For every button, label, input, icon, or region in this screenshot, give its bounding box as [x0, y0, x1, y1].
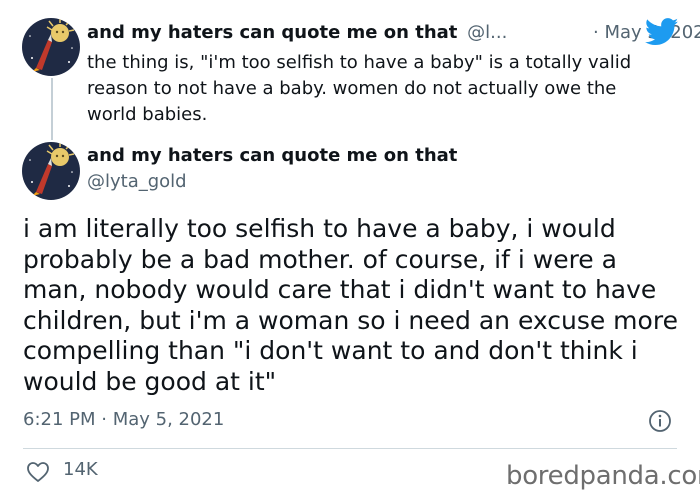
rocket-moon-avatar-icon: [22, 142, 80, 200]
watermark: boredpanda.com: [506, 461, 700, 491]
parent-handle[interactable]: @l...: [467, 22, 507, 43]
info-icon[interactable]: [648, 409, 672, 433]
parent-tweet-header: and my haters can quote me on that @l...…: [87, 22, 700, 46]
main-tweet-text: i am literally too selfish to have a bab…: [23, 214, 678, 396]
parent-tweet-text: the thing is, "i'm too selfish to have a…: [87, 52, 632, 125]
main-display-name[interactable]: and my haters can quote me on that: [87, 145, 457, 166]
divider: [23, 448, 677, 449]
main-handle[interactable]: @lyta_gold: [87, 171, 187, 192]
heart-icon[interactable]: [26, 461, 50, 483]
avatar[interactable]: [22, 142, 80, 200]
thread-connector-line: [51, 78, 53, 140]
avatar[interactable]: [22, 18, 80, 76]
like-count[interactable]: 14K: [63, 459, 98, 480]
parent-display-name[interactable]: and my haters can quote me on that: [87, 22, 457, 43]
rocket-moon-avatar-icon: [22, 18, 80, 76]
twitter-bird-icon[interactable]: [645, 18, 679, 46]
tweet-timestamp[interactable]: 6:21 PM · May 5, 2021: [23, 409, 224, 430]
